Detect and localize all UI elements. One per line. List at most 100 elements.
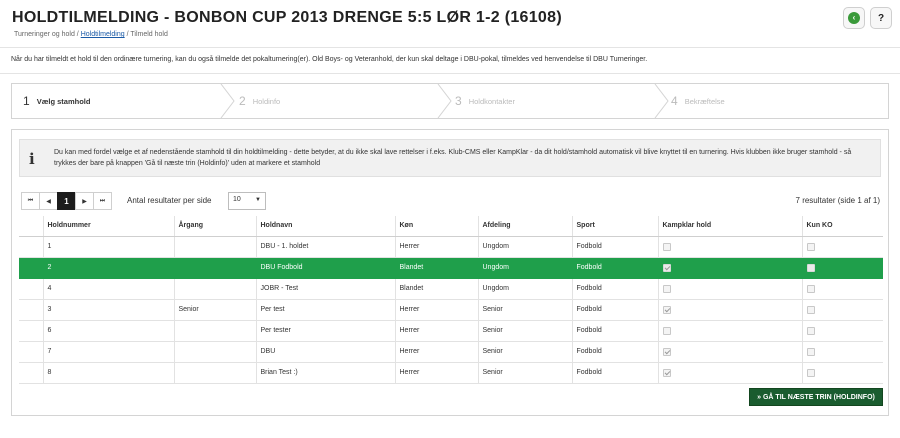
cell-afdeling: Senior bbox=[478, 341, 573, 363]
last-page-button[interactable]: ⏭ bbox=[93, 192, 112, 210]
kampklar-checkbox bbox=[662, 263, 671, 272]
cell-kon: Herrer bbox=[395, 299, 479, 321]
wizard-step-2[interactable]: 2 Holdinfo bbox=[239, 84, 280, 118]
cell-argang bbox=[174, 341, 257, 363]
cell-sport: Fodbold bbox=[572, 257, 659, 279]
kampklar-checkbox bbox=[662, 326, 671, 335]
kampklar-checkbox bbox=[662, 284, 671, 293]
kunko-checkbox bbox=[806, 284, 815, 293]
cell-argang bbox=[174, 278, 257, 300]
cell-kon: Herrer bbox=[395, 320, 479, 342]
cell-sport: Fodbold bbox=[572, 341, 659, 363]
breadcrumb-link[interactable]: Holdtilmelding bbox=[81, 31, 125, 38]
cell-holdnavn: Brian Test :) bbox=[256, 362, 396, 384]
cell-argang bbox=[174, 236, 257, 258]
cell-holdnummer: 1 bbox=[43, 236, 175, 258]
column-header[interactable]: Sport bbox=[572, 216, 659, 237]
chevron-down-icon: ▼ bbox=[255, 197, 261, 203]
prev-page-button[interactable]: ◀ bbox=[39, 192, 58, 210]
per-page-label: Antal resultater per side bbox=[127, 196, 212, 205]
select-column-header bbox=[19, 216, 44, 237]
results-count: 7 resultater (side 1 af 1) bbox=[795, 196, 880, 205]
cell-afdeling: Ungdom bbox=[478, 236, 573, 258]
cell-afdeling: Senior bbox=[478, 362, 573, 384]
row-select-cell bbox=[19, 362, 44, 384]
cell-afdeling: Senior bbox=[478, 299, 573, 321]
cell-kon: Blandet bbox=[395, 278, 479, 300]
cell-sport: Fodbold bbox=[572, 299, 659, 321]
help-button[interactable]: ? bbox=[870, 7, 892, 29]
cell-kampklar bbox=[658, 278, 803, 300]
cell-kunko bbox=[802, 299, 883, 321]
breadcrumb-item[interactable]: Turneringer og hold bbox=[14, 31, 75, 38]
cell-argang bbox=[174, 257, 257, 279]
cell-holdnavn: DBU Fodbold bbox=[256, 257, 396, 279]
wizard-dividers bbox=[220, 84, 669, 118]
kampklar-checkbox bbox=[662, 347, 671, 356]
column-header[interactable]: Holdnummer bbox=[43, 216, 175, 237]
table-row[interactable]: 2 DBU Fodbold Blandet Ungdom Fodbold bbox=[19, 257, 883, 279]
table-row[interactable]: 6 Per tester Herrer Senior Fodbold bbox=[19, 320, 883, 342]
table-row[interactable]: 8 Brian Test :) Herrer Senior Fodbold bbox=[19, 362, 883, 384]
cell-holdnummer: 3 bbox=[43, 299, 175, 321]
cell-argang bbox=[174, 362, 257, 384]
cell-kampklar bbox=[658, 362, 803, 384]
kunko-checkbox bbox=[806, 326, 815, 335]
column-header[interactable]: Holdnavn bbox=[256, 216, 396, 237]
column-header[interactable]: Kampklar hold bbox=[658, 216, 803, 237]
cell-afdeling: Ungdom bbox=[478, 278, 573, 300]
row-select-cell bbox=[19, 236, 44, 258]
kunko-checkbox bbox=[806, 368, 815, 377]
cell-holdnavn: Per test bbox=[256, 299, 396, 321]
cell-kampklar bbox=[658, 320, 803, 342]
table-header-row: Holdnummer Årgang Holdnavn Køn Afdeling … bbox=[19, 216, 883, 237]
kunko-checkbox bbox=[806, 347, 815, 356]
info-icon: i bbox=[29, 150, 35, 168]
cell-holdnavn: DBU - 1. holdet bbox=[256, 236, 396, 258]
per-page-select[interactable]: 10 ▼ bbox=[228, 192, 266, 210]
cell-holdnummer: 4 bbox=[43, 278, 175, 300]
kunko-checkbox bbox=[806, 263, 815, 272]
back-button[interactable]: ‹ bbox=[843, 7, 865, 29]
next-page-button[interactable]: ▶ bbox=[75, 192, 94, 210]
table-row[interactable]: 3 Senior Per test Herrer Senior Fodbold bbox=[19, 299, 883, 321]
table-row[interactable]: 7 DBU Herrer Senior Fodbold bbox=[19, 341, 883, 363]
row-select-cell bbox=[19, 341, 44, 363]
breadcrumb: Turneringer og hold / Holdtilmelding / T… bbox=[14, 31, 168, 38]
column-header[interactable]: Afdeling bbox=[478, 216, 573, 237]
wizard-step-4[interactable]: 4 Bekræftelse bbox=[671, 84, 725, 118]
column-header[interactable]: Køn bbox=[395, 216, 479, 237]
team-selection-panel: i Du kan med fordel vælge et af nedenstå… bbox=[11, 129, 889, 416]
cell-sport: Fodbold bbox=[572, 320, 659, 342]
column-header[interactable]: Årgang bbox=[174, 216, 257, 237]
cell-holdnummer: 7 bbox=[43, 341, 175, 363]
column-header[interactable]: Kun KO bbox=[802, 216, 883, 237]
row-select-cell bbox=[19, 299, 44, 321]
table-row[interactable]: 4 JOBR - Test Blandet Ungdom Fodbold bbox=[19, 278, 883, 300]
cell-kon: Herrer bbox=[395, 236, 479, 258]
cell-kunko bbox=[802, 278, 883, 300]
wizard-step-3[interactable]: 3 Holdkontakter bbox=[455, 84, 515, 118]
page-1-button[interactable]: 1 bbox=[57, 192, 76, 210]
cell-kunko bbox=[802, 236, 883, 258]
cell-kampklar bbox=[658, 236, 803, 258]
row-select-cell bbox=[19, 320, 44, 342]
first-page-button[interactable]: ⏮ bbox=[21, 192, 40, 210]
next-step-button[interactable]: » GÅ TIL NÆSTE TRIN (HOLDINFO) bbox=[749, 388, 883, 406]
cell-kon: Blandet bbox=[395, 257, 479, 279]
table-row[interactable]: 1 DBU - 1. holdet Herrer Ungdom Fodbold bbox=[19, 236, 883, 258]
notice-box: i Du kan med fordel vælge et af nedenstå… bbox=[19, 139, 881, 177]
cell-kampklar bbox=[658, 299, 803, 321]
wizard-step-1[interactable]: 1 Vælg stamhold bbox=[23, 84, 90, 118]
cell-argang: Senior bbox=[174, 299, 257, 321]
kampklar-checkbox bbox=[662, 368, 671, 377]
notice-text: Du kan med fordel vælge et af nedenståen… bbox=[54, 149, 852, 167]
back-arrow-icon: ‹ bbox=[848, 12, 860, 24]
cell-kunko bbox=[802, 320, 883, 342]
cell-afdeling: Ungdom bbox=[478, 257, 573, 279]
cell-kampklar bbox=[658, 341, 803, 363]
pagination: ⏮ ◀ 1 ▶ ⏭ bbox=[21, 192, 112, 210]
kunko-checkbox bbox=[806, 242, 815, 251]
team-table: Holdnummer Årgang Holdnavn Køn Afdeling … bbox=[19, 216, 883, 384]
kampklar-checkbox bbox=[662, 242, 671, 251]
